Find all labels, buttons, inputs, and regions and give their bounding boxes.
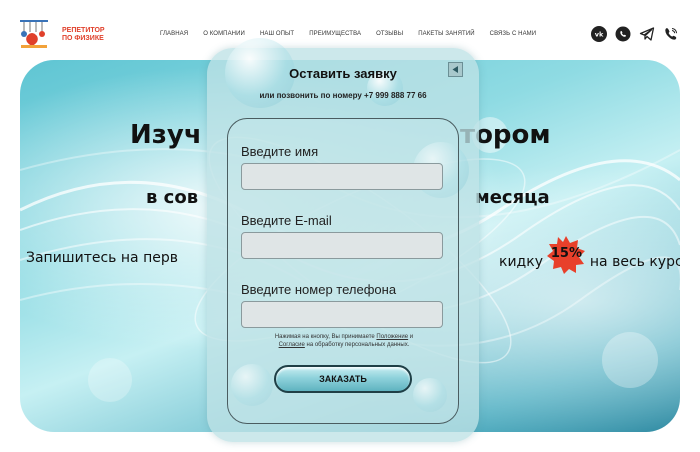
vk-icon[interactable]: vk <box>590 25 607 42</box>
svg-text:vk: vk <box>594 30 603 38</box>
nav-item-experience[interactable]: НАШ ОПЫТ <box>260 31 294 37</box>
request-modal: Оставить заявку или позвонить по номеру … <box>207 38 479 442</box>
name-field[interactable] <box>241 163 443 190</box>
agreement-link[interactable]: Согласие <box>279 342 305 348</box>
name-label: Введите имя <box>241 144 319 159</box>
consent-and: и <box>409 334 414 340</box>
consent-prefix: Нажимая на кнопку, Вы принимаете <box>274 334 375 340</box>
phone-field[interactable] <box>241 301 443 328</box>
whatsapp-icon[interactable] <box>614 25 631 42</box>
close-button[interactable] <box>448 62 463 77</box>
viber-icon[interactable] <box>662 25 679 42</box>
logo-line-1: РЕПЕТИТОР <box>62 27 105 34</box>
logo-text[interactable]: РЕПЕТИТОР ПО ФИЗИКЕ <box>62 27 122 43</box>
logo-icon[interactable] <box>18 18 52 50</box>
nav-item-home[interactable]: ГЛАВНАЯ <box>160 31 188 37</box>
request-form: Введите имя Введите E-mail Введите номер… <box>227 118 459 424</box>
email-label: Введите E-mail <box>241 213 332 228</box>
hero-title-line-2-right: месяца <box>475 187 550 208</box>
consent-suffix: на обработку персональных данных. <box>306 342 410 348</box>
hero-promo-left: Запишитесь на перв <box>26 250 178 266</box>
discount-badge-value: 15% <box>550 246 582 261</box>
nav-item-packages[interactable]: ПАКЕТЫ ЗАНЯТИЙ <box>418 31 474 37</box>
social-links: vk <box>590 25 679 42</box>
hero-promo-prefix: кидку <box>499 254 543 270</box>
close-icon <box>452 66 458 73</box>
modal-subtitle: или позвонить по номеру +7 999 888 77 66 <box>259 91 427 100</box>
hero-promo-right: кидку 15% на весь курс <box>499 236 680 274</box>
nav-item-reviews[interactable]: ОТЗЫВЫ <box>376 31 403 37</box>
hero-title-line-2-left: в сов <box>146 187 199 208</box>
modal-title: Оставить заявку <box>289 66 397 81</box>
logo-line-2: ПО ФИЗИКЕ <box>62 35 104 42</box>
consent-text: Нажимая на кнопку, Вы принимаете Положен… <box>238 333 450 349</box>
hero-title-line-1-left: Изуч <box>130 120 202 150</box>
nav-item-advantages[interactable]: ПРЕИМУЩЕСТВА <box>309 31 361 37</box>
phone-label: Введите номер телефона <box>241 282 397 297</box>
hero-promo-suffix: на весь курс <box>589 254 680 270</box>
telegram-icon[interactable] <box>638 25 655 42</box>
regulation-link[interactable]: Положение <box>376 334 408 340</box>
email-field[interactable] <box>241 232 443 259</box>
nav-item-contact[interactable]: СВЯЗЬ С НАМИ <box>490 31 537 37</box>
submit-button[interactable]: ЗАКАЗАТЬ <box>274 365 412 393</box>
main-nav: ГЛАВНАЯ О КОМПАНИИ НАШ ОПЫТ ПРЕИМУЩЕСТВА… <box>160 31 551 37</box>
nav-item-about[interactable]: О КОМПАНИИ <box>203 31 245 37</box>
discount-badge: 15% <box>547 236 586 274</box>
